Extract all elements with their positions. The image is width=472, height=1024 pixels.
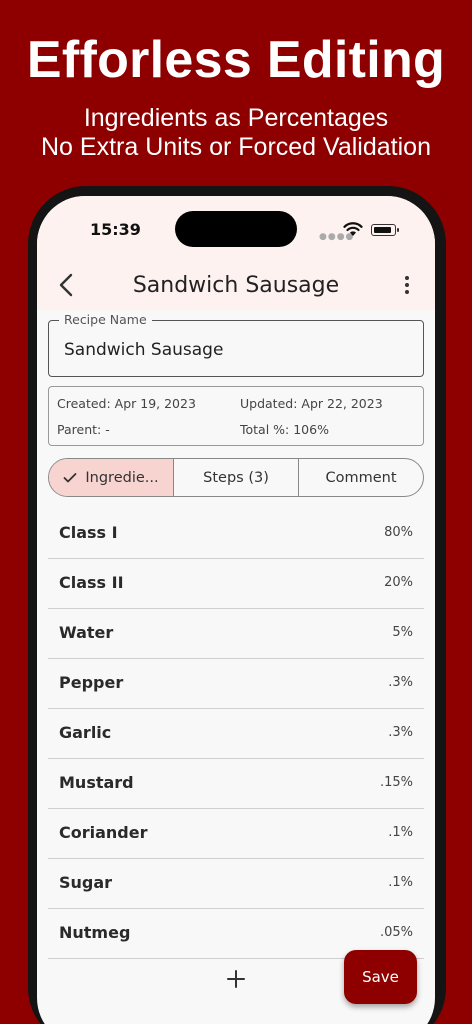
status-time: 15:39 [90,220,141,239]
dynamic-island [175,211,297,247]
ingredient-name: Class I [59,523,118,542]
phone-screen: 15:39 ●●●● Sandwich Sausage Recipe Name … [37,196,435,1024]
more-vert-icon[interactable] [404,276,410,296]
tab-steps-label: Steps (3) [203,469,269,486]
list-item[interactable]: Mustard .15% [48,759,424,809]
ingredient-percent: .3% [388,675,413,690]
page-title: Sandwich Sausage [132,273,340,298]
list-item[interactable]: Sugar .1% [48,859,424,909]
ingredient-name: Mustard [59,773,134,792]
ingredient-percent: .15% [379,775,413,790]
list-item[interactable]: Class I 80% [48,509,424,559]
recipe-name-value[interactable]: Sandwich Sausage [64,340,223,360]
promo-subtitle-line2: No Extra Units or Forced Validation [41,133,431,161]
ingredient-name: Class II [59,573,124,592]
list-item[interactable]: Garlic .3% [48,709,424,759]
ingredient-percent: 80% [384,525,413,540]
ingredient-name: Water [59,623,114,642]
wifi-icon [343,222,363,236]
total-percent: Total %: 106% [240,422,329,437]
list-item[interactable]: Class II 20% [48,559,424,609]
ingredient-list: Class I 80% Class II 20% Water 5% Pepper… [48,509,424,959]
add-icon[interactable] [227,970,245,988]
ingredient-name: Nutmeg [59,923,131,942]
promo-subtitle-line1: Ingredients as Percentages [83,104,389,132]
battery-icon [371,224,399,236]
tab-ingredients[interactable]: Ingredie... [49,459,174,496]
parent-recipe: Parent: - [57,422,110,437]
save-button[interactable]: Save [344,950,417,1004]
tab-comment[interactable]: Comment [299,459,423,496]
ingredient-percent: .3% [388,725,413,740]
ingredient-name: Garlic [59,723,112,742]
recipe-name-label: Recipe Name [59,312,152,327]
ingredient-name: Pepper [59,673,124,692]
ingredient-percent: .05% [379,925,413,940]
save-button-label: Save [362,968,399,986]
segmented-tabs: Ingredie... Steps (3) Comment [48,458,424,497]
tab-ingredients-label: Ingredie... [85,469,159,486]
ingredient-name: Sugar [59,873,113,892]
tab-steps[interactable]: Steps (3) [174,459,299,496]
ingredient-percent: .1% [388,875,413,890]
updated-date: Updated: Apr 22, 2023 [240,396,383,411]
recipe-meta-box: Created: Apr 19, 2023 Updated: Apr 22, 2… [48,386,424,446]
list-item[interactable]: Coriander .1% [48,809,424,859]
list-item[interactable]: Water 5% [48,609,424,659]
created-date: Created: Apr 19, 2023 [57,396,196,411]
ingredient-percent: 20% [384,575,413,590]
recipe-name-field[interactable]: Recipe Name Sandwich Sausage [48,312,424,377]
list-item[interactable]: Pepper .3% [48,659,424,709]
check-icon [63,472,77,482]
ingredient-percent: 5% [392,625,413,640]
ingredient-percent: .1% [388,825,413,840]
ingredient-name: Coriander [59,823,148,842]
promo-title: Efforless Editing [26,31,446,89]
tab-comment-label: Comment [325,469,397,486]
